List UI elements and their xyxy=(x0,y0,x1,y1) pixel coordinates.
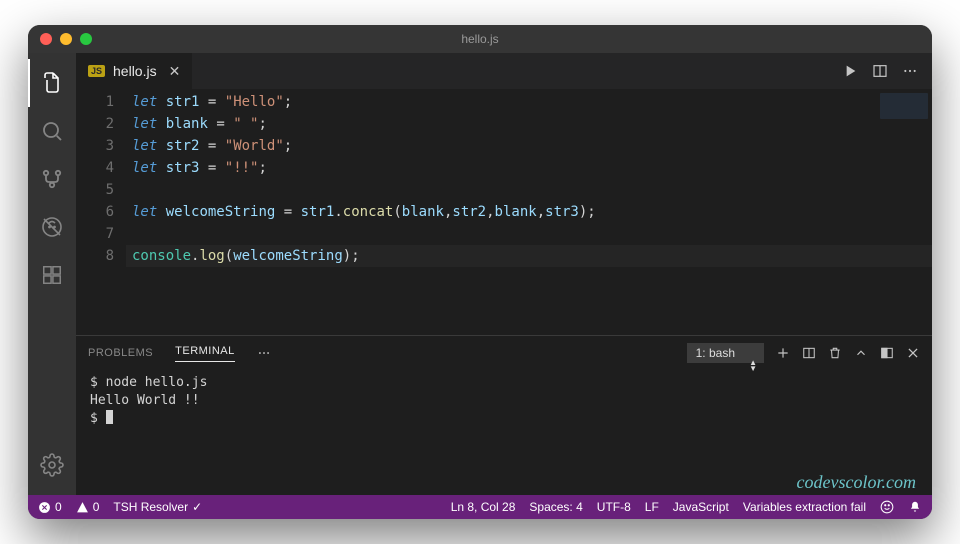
notifications-bell-icon[interactable] xyxy=(908,500,922,514)
check-icon: ✓ xyxy=(192,500,202,514)
terminal-line: Hello World !! xyxy=(90,392,918,410)
terminal-cursor xyxy=(106,410,113,424)
panel-more-icon[interactable] xyxy=(257,346,271,360)
split-editor-icon[interactable] xyxy=(872,63,888,79)
status-cursor-position[interactable]: Ln 8, Col 28 xyxy=(451,500,516,514)
settings-gear-icon[interactable] xyxy=(28,441,76,489)
line-number: 2 xyxy=(76,113,114,135)
terminal-output[interactable]: $ node hello.jsHello World !!$ codevscol… xyxy=(76,370,932,495)
line-number: 5 xyxy=(76,179,114,201)
explorer-icon[interactable] xyxy=(28,59,76,107)
window-title: hello.js xyxy=(28,32,932,46)
terminal-line: $ node hello.js xyxy=(90,374,918,392)
status-extra[interactable]: Variables extraction fail xyxy=(743,500,866,514)
status-errors-count: 0 xyxy=(55,500,62,514)
code-editor[interactable]: 12345678 let str1 = "Hello"; let blank =… xyxy=(76,89,932,335)
panel-tabs: PROBLEMS TERMINAL 1: bash ▲▼ xyxy=(76,336,932,370)
panel-actions: 1: bash ▲▼ xyxy=(687,343,920,363)
main-area: JS hello.js ✕ 12345678 xyxy=(28,53,932,495)
kill-terminal-icon[interactable] xyxy=(828,346,842,360)
editor-tab-actions xyxy=(842,53,932,89)
panel-tab-problems[interactable]: PROBLEMS xyxy=(88,347,153,359)
terminal-line: $ xyxy=(90,410,918,428)
code-line[interactable] xyxy=(132,182,140,198)
code-line[interactable]: let str2 = "World"; xyxy=(132,138,292,154)
terminal-selector-label: 1: bash xyxy=(696,346,735,360)
split-terminal-icon[interactable] xyxy=(802,346,816,360)
line-number: 7 xyxy=(76,223,114,245)
close-tab-icon[interactable]: ✕ xyxy=(169,63,181,80)
minimap[interactable] xyxy=(880,93,928,119)
status-warnings[interactable]: 0 xyxy=(76,500,100,514)
code-line[interactable]: let str1 = "Hello"; xyxy=(132,94,292,110)
feedback-smiley-icon[interactable] xyxy=(880,500,894,514)
panel-tab-terminal[interactable]: TERMINAL xyxy=(175,345,235,362)
terminal-selector[interactable]: 1: bash ▲▼ xyxy=(687,343,764,363)
status-warnings-count: 0 xyxy=(93,500,100,514)
line-number: 1 xyxy=(76,91,114,113)
js-file-icon: JS xyxy=(88,65,105,77)
status-eol[interactable]: LF xyxy=(645,500,659,514)
status-tsh-resolver[interactable]: TSH Resolver ✓ xyxy=(113,500,202,514)
status-bar: 0 0 TSH Resolver ✓ Ln 8, Col 28 Spaces: … xyxy=(28,495,932,519)
close-panel-icon[interactable] xyxy=(906,346,920,360)
bottom-panel: PROBLEMS TERMINAL 1: bash ▲▼ xyxy=(76,335,932,495)
panel-up-icon[interactable] xyxy=(854,346,868,360)
source-control-icon[interactable] xyxy=(28,155,76,203)
code-body[interactable]: let str1 = "Hello"; let blank = " "; let… xyxy=(132,89,932,335)
content-area: JS hello.js ✕ 12345678 xyxy=(76,53,932,495)
code-line[interactable] xyxy=(132,226,140,242)
editor-tabs: JS hello.js ✕ xyxy=(76,53,932,89)
extensions-icon[interactable] xyxy=(28,251,76,299)
watermark: codevscolor.com xyxy=(797,473,916,491)
status-language[interactable]: JavaScript xyxy=(673,500,729,514)
line-number: 8 xyxy=(76,245,114,267)
run-icon[interactable] xyxy=(842,63,858,79)
status-indentation[interactable]: Spaces: 4 xyxy=(529,500,582,514)
editor-window: hello.js JS xyxy=(28,25,932,519)
line-number: 4 xyxy=(76,157,114,179)
code-line[interactable]: let blank = " "; xyxy=(132,116,267,132)
line-number-gutter: 12345678 xyxy=(76,89,132,335)
code-line[interactable]: let welcomeString = str1.concat(blank,st… xyxy=(132,204,596,220)
code-line[interactable]: let str3 = "!!"; xyxy=(132,160,267,176)
maximize-panel-icon[interactable] xyxy=(880,346,894,360)
line-number: 3 xyxy=(76,135,114,157)
new-terminal-icon[interactable] xyxy=(776,346,790,360)
status-errors[interactable]: 0 xyxy=(38,500,62,514)
tab-hello-js[interactable]: JS hello.js ✕ xyxy=(76,53,193,89)
activity-bar xyxy=(28,53,76,495)
debug-icon[interactable] xyxy=(28,203,76,251)
line-number: 6 xyxy=(76,201,114,223)
tab-filename: hello.js xyxy=(113,63,157,79)
titlebar: hello.js xyxy=(28,25,932,53)
code-line[interactable]: console.log(welcomeString); xyxy=(126,245,932,267)
search-icon[interactable] xyxy=(28,107,76,155)
status-encoding[interactable]: UTF-8 xyxy=(597,500,631,514)
more-actions-icon[interactable] xyxy=(902,63,918,79)
